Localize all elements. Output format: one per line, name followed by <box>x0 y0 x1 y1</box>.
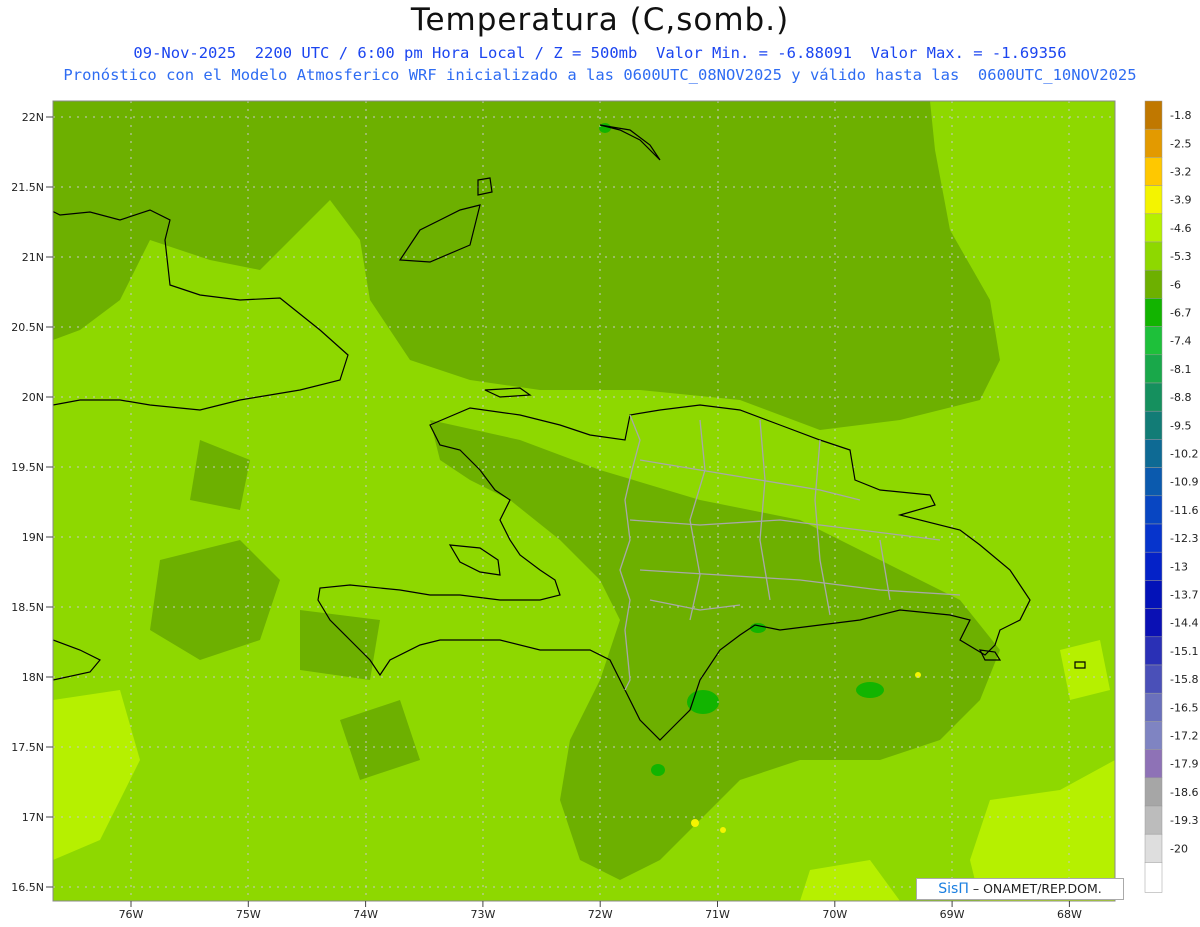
legend-swatch <box>1144 833 1163 863</box>
longitude-axis: 76W 75W 74W 73W 72W 71W 70W 69W 68W <box>119 901 1082 921</box>
legend-label: -13 <box>1170 560 1188 573</box>
legend-label: -18.6 <box>1170 786 1198 799</box>
legend-label: -15.1 <box>1170 645 1198 658</box>
cold-spot-3 <box>651 764 665 776</box>
legend-label: -1.8 <box>1170 109 1191 122</box>
legend-swatch <box>1144 439 1163 468</box>
legend-swatch <box>1144 410 1163 440</box>
lat-label: 16.5N <box>11 881 44 894</box>
legend-swatch <box>1144 721 1163 750</box>
legend-label: -11.6 <box>1170 504 1198 517</box>
legend-swatch <box>1144 636 1163 666</box>
legend-label: -4.6 <box>1170 222 1191 235</box>
credit-text: – ONAMET/REP.DOM. <box>968 881 1102 896</box>
legend-swatch <box>1144 326 1163 356</box>
legend-label: -5.3 <box>1170 250 1191 263</box>
legend-swatch <box>1144 467 1163 497</box>
legend-swatch <box>1144 580 1163 609</box>
legend-label: -7.4 <box>1170 335 1191 348</box>
legend-label: -3.2 <box>1170 166 1191 179</box>
lat-label: 20.5N <box>11 321 44 334</box>
lat-label: 19N <box>22 531 44 544</box>
legend-swatch <box>1144 354 1163 384</box>
cold-spot-5 <box>599 123 611 133</box>
legend-label: -20 <box>1170 842 1188 855</box>
lat-label: 17N <box>22 811 44 824</box>
lat-label: 22N <box>22 111 44 124</box>
legend-swatch <box>1144 608 1163 638</box>
legend-label: -2.5 <box>1170 137 1191 150</box>
legend-label: -17.2 <box>1170 730 1198 743</box>
legend-swatch <box>1144 185 1163 215</box>
legend-label: -8.8 <box>1170 391 1191 404</box>
legend-label: -10.2 <box>1170 448 1198 461</box>
lat-label: 17.5N <box>11 741 44 754</box>
latitude-axis: 22N 21.5N 21N 20.5N 20N 19.5N 19N 18.5N 18N 17.5N… <box>11 111 53 894</box>
legend-label: -13.7 <box>1170 589 1198 602</box>
legend-swatch <box>1144 298 1163 327</box>
lon-label: 76W <box>119 908 144 921</box>
warm-dot-1 <box>691 819 699 827</box>
lat-label: 19.5N <box>11 461 44 474</box>
legend-label: -6 <box>1170 278 1181 291</box>
legend-swatch <box>1144 100 1163 130</box>
legend-swatch <box>1144 664 1163 694</box>
lat-label: 18.5N <box>11 601 44 614</box>
legend-label: -14.4 <box>1170 617 1198 630</box>
lat-label: 20N <box>22 391 44 404</box>
legend-label: -10.9 <box>1170 476 1198 489</box>
legend-swatch <box>1144 523 1163 553</box>
legend-label: -15.8 <box>1170 673 1198 686</box>
legend-label: -16.5 <box>1170 701 1198 714</box>
lon-label: 73W <box>470 908 495 921</box>
cold-spot-2 <box>750 623 766 633</box>
legend-label: -8.1 <box>1170 363 1191 376</box>
shaded-field <box>53 101 1115 901</box>
legend-swatch-white <box>1144 862 1163 893</box>
lon-label: 68W <box>1057 908 1082 921</box>
legend-label: -19.3 <box>1170 814 1198 827</box>
legend-swatch <box>1144 213 1163 243</box>
legend-swatch <box>1144 128 1163 158</box>
lat-label: 21N <box>22 251 44 264</box>
lon-label: 70W <box>822 908 847 921</box>
legend-label: -9.5 <box>1170 419 1191 432</box>
lat-label: 21.5N <box>11 181 44 194</box>
legend-swatch <box>1144 805 1163 835</box>
legend-swatch <box>1144 777 1163 807</box>
temperature-map: 22N 21.5N 21N 20.5N 20N 19.5N 19N 18.5N 18N 17.5N… <box>11 100 1198 921</box>
legend-swatch <box>1144 157 1163 186</box>
lat-label: 18N <box>22 671 44 684</box>
legend-label: -17.9 <box>1170 758 1198 771</box>
credit-box: SisΠ – ONAMET/REP.DOM. <box>916 878 1124 900</box>
legend-swatch <box>1144 382 1163 412</box>
cool-patch-south <box>300 610 380 680</box>
legend-swatch <box>1144 749 1163 779</box>
sispi-logo: SisΠ <box>938 881 969 897</box>
cold-spot-4 <box>856 682 884 698</box>
legend-label: -12.3 <box>1170 532 1198 545</box>
legend-swatch <box>1144 269 1163 299</box>
legend-swatch <box>1144 495 1163 525</box>
lon-label: 74W <box>353 908 378 921</box>
legend-swatch <box>1144 241 1163 271</box>
legend-swatch <box>1144 692 1163 722</box>
legend-swatch <box>1144 551 1163 581</box>
lon-label: 71W <box>705 908 730 921</box>
lon-label: 75W <box>236 908 261 921</box>
lon-label: 72W <box>588 908 613 921</box>
legend-label: -6.7 <box>1170 307 1191 320</box>
legend-label: -3.9 <box>1170 194 1191 207</box>
cold-spot-1 <box>687 690 719 714</box>
lon-label: 69W <box>940 908 965 921</box>
color-legend: -1.8 -2.5 -3.2 -3.9 -4.6 -5.3 -6 -6.7 -7.4 -8.1 -8… <box>1144 100 1198 893</box>
warm-dot-2 <box>720 827 726 833</box>
